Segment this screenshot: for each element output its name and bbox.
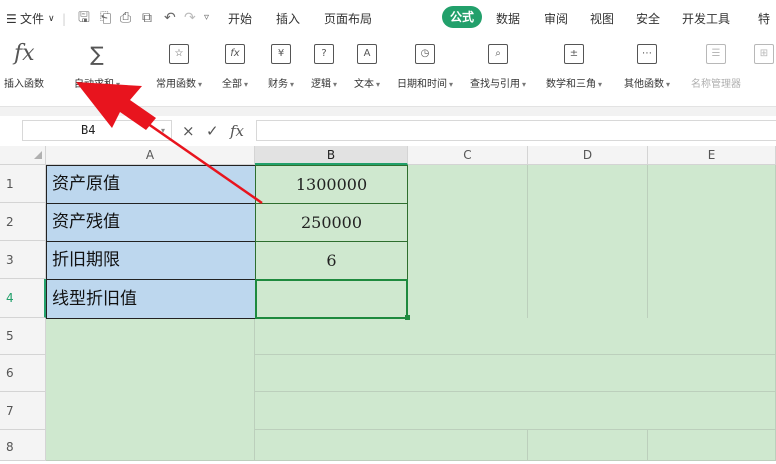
logical-button[interactable]: ? 逻辑 ▾	[302, 36, 346, 102]
column-header-a[interactable]: A	[46, 146, 255, 165]
cell-b4-active[interactable]	[255, 279, 408, 319]
cell-a2[interactable]: 资产残值	[46, 203, 256, 242]
column-a-lower-cells[interactable]	[46, 318, 255, 461]
cell-a4[interactable]: 线型折旧值	[46, 279, 256, 319]
ellipsis-icon: ⋯	[637, 44, 657, 64]
column-header-e[interactable]: E	[648, 146, 776, 165]
clock-icon: ◷	[415, 44, 435, 64]
name-manager-label: 名称管理器	[691, 79, 741, 90]
name-box-dropdown-icon[interactable]: ▾	[161, 121, 165, 140]
cancel-icon[interactable]: ×	[182, 122, 195, 140]
name-box[interactable]: B4 ▾	[22, 120, 172, 141]
name-manager-icon: ☰	[706, 44, 726, 64]
fill-handle[interactable]	[405, 315, 410, 320]
formula-bar: B4 ▾ × ✓ fx	[0, 116, 776, 146]
tab-page-layout[interactable]: 页面布局	[324, 11, 372, 27]
ribbon-overflow-button[interactable]: ⊞	[752, 36, 776, 102]
tab-formula[interactable]: 公式	[442, 6, 482, 28]
select-all-corner[interactable]	[0, 146, 46, 165]
auto-sum-label: 自动求和 ▾	[73, 79, 120, 90]
math-label: 数学和三角 ▾	[545, 79, 602, 90]
datetime-button[interactable]: ◷ 日期和时间 ▾	[388, 36, 462, 102]
sigma-icon: ∑	[90, 42, 104, 66]
lookup-button[interactable]: ⌕ 查找与引用 ▾	[462, 36, 534, 102]
row-header-5[interactable]: 5	[0, 318, 46, 355]
cell-a3[interactable]: 折旧期限	[46, 241, 256, 280]
formula-input[interactable]	[256, 120, 776, 141]
text-a-icon: A	[357, 44, 377, 64]
menu-divider: |	[62, 12, 67, 26]
row-header-1[interactable]: 1	[0, 165, 46, 203]
tab-home[interactable]: 开始	[228, 11, 252, 27]
math-icon: ±	[564, 44, 584, 64]
formula-ribbon: fx 插入函数 ∑ 自动求和 ▾ ☆ 常用函数 ▾ fx 全部 ▾ ¥ 财务 ▾ ? 逻…	[0, 36, 776, 107]
export-icon[interactable]: ⎗	[100, 10, 111, 26]
math-button[interactable]: ± 数学和三角 ▾	[536, 36, 612, 102]
other-functions-button[interactable]: ⋯ 其他函数 ▾	[612, 36, 682, 102]
row-header-8[interactable]: 8	[0, 430, 46, 461]
row-header-6[interactable]: 6	[0, 355, 46, 392]
all-functions-button[interactable]: fx 全部 ▾	[212, 36, 258, 102]
common-functions-label: 常用函数 ▾	[155, 79, 202, 90]
datetime-label: 日期和时间 ▾	[396, 79, 453, 90]
fx-icon: fx	[14, 41, 35, 66]
more-icon[interactable]: ▿	[204, 10, 209, 26]
name-manager-button[interactable]: ☰ 名称管理器	[688, 36, 744, 102]
grid-icon: ⊞	[754, 44, 774, 64]
tab-developer[interactable]: 开发工具	[682, 11, 730, 27]
save-icon[interactable]: 🖫	[78, 10, 90, 26]
confirm-icon[interactable]: ✓	[206, 122, 219, 140]
insert-function-button[interactable]: fx 插入函数	[0, 36, 48, 102]
tab-view[interactable]: 视图	[590, 11, 614, 27]
name-box-value: B4	[81, 123, 96, 137]
text-label: 文本 ▾	[353, 79, 380, 90]
financial-label: 财务 ▾	[267, 79, 294, 90]
cell-b1[interactable]: 1300000	[255, 165, 408, 204]
ribbon-separator	[0, 107, 776, 116]
print-preview-icon[interactable]: ⧉	[142, 10, 152, 26]
fx-icon[interactable]: fx	[230, 122, 244, 140]
yen-icon: ¥	[271, 44, 291, 64]
all-functions-icon: fx	[225, 44, 245, 64]
menu-file[interactable]: 文件	[20, 11, 44, 27]
logical-label: 逻辑 ▾	[310, 79, 337, 90]
question-icon: ?	[314, 44, 334, 64]
redo-icon[interactable]: ↷	[184, 10, 196, 26]
financial-button[interactable]: ¥ 财务 ▾	[258, 36, 304, 102]
tab-special[interactable]: 特	[758, 11, 770, 27]
tab-review[interactable]: 审阅	[544, 11, 568, 27]
corner-triangle-icon	[34, 151, 42, 159]
cell-a1[interactable]: 资产原值	[46, 165, 256, 204]
lookup-label: 查找与引用 ▾	[469, 79, 526, 90]
other-functions-label: 其他函数 ▾	[623, 79, 670, 90]
file-dropdown-icon[interactable]: ∨	[48, 11, 55, 27]
insert-function-label: 插入函数	[4, 79, 44, 90]
column-header-d[interactable]: D	[528, 146, 648, 165]
row-header-7[interactable]: 7	[0, 392, 46, 430]
text-button[interactable]: A 文本 ▾	[344, 36, 390, 102]
common-functions-button[interactable]: ☆ 常用函数 ▾	[146, 36, 212, 102]
row-header-3[interactable]: 3	[0, 241, 46, 279]
undo-icon[interactable]: ↶	[164, 10, 176, 26]
hamburger-icon[interactable]: ☰	[6, 11, 17, 27]
tab-security[interactable]: 安全	[636, 11, 660, 27]
auto-sum-button[interactable]: ∑ 自动求和 ▾	[50, 36, 144, 102]
all-functions-label: 全部 ▾	[221, 79, 248, 90]
tab-insert[interactable]: 插入	[276, 11, 300, 27]
print-icon[interactable]: ⎙	[120, 10, 131, 26]
column-header-c[interactable]: C	[408, 146, 528, 165]
row-header-2[interactable]: 2	[0, 203, 46, 241]
cell-b3[interactable]: 6	[255, 241, 408, 280]
row-header-4[interactable]: 4	[0, 279, 46, 318]
tab-data[interactable]: 数据	[496, 11, 520, 27]
menu-bar: ☰ 文件 ∨ | 🖫 ⎗ ⎙ ⧉ ↶ ↷ ▿ 开始 插入 页面布局 公式 数据 …	[0, 0, 776, 36]
column-header-b[interactable]: B	[255, 146, 408, 165]
common-functions-icon: ☆	[169, 44, 189, 64]
cell-b2[interactable]: 250000	[255, 203, 408, 242]
lookup-icon: ⌕	[488, 44, 508, 64]
